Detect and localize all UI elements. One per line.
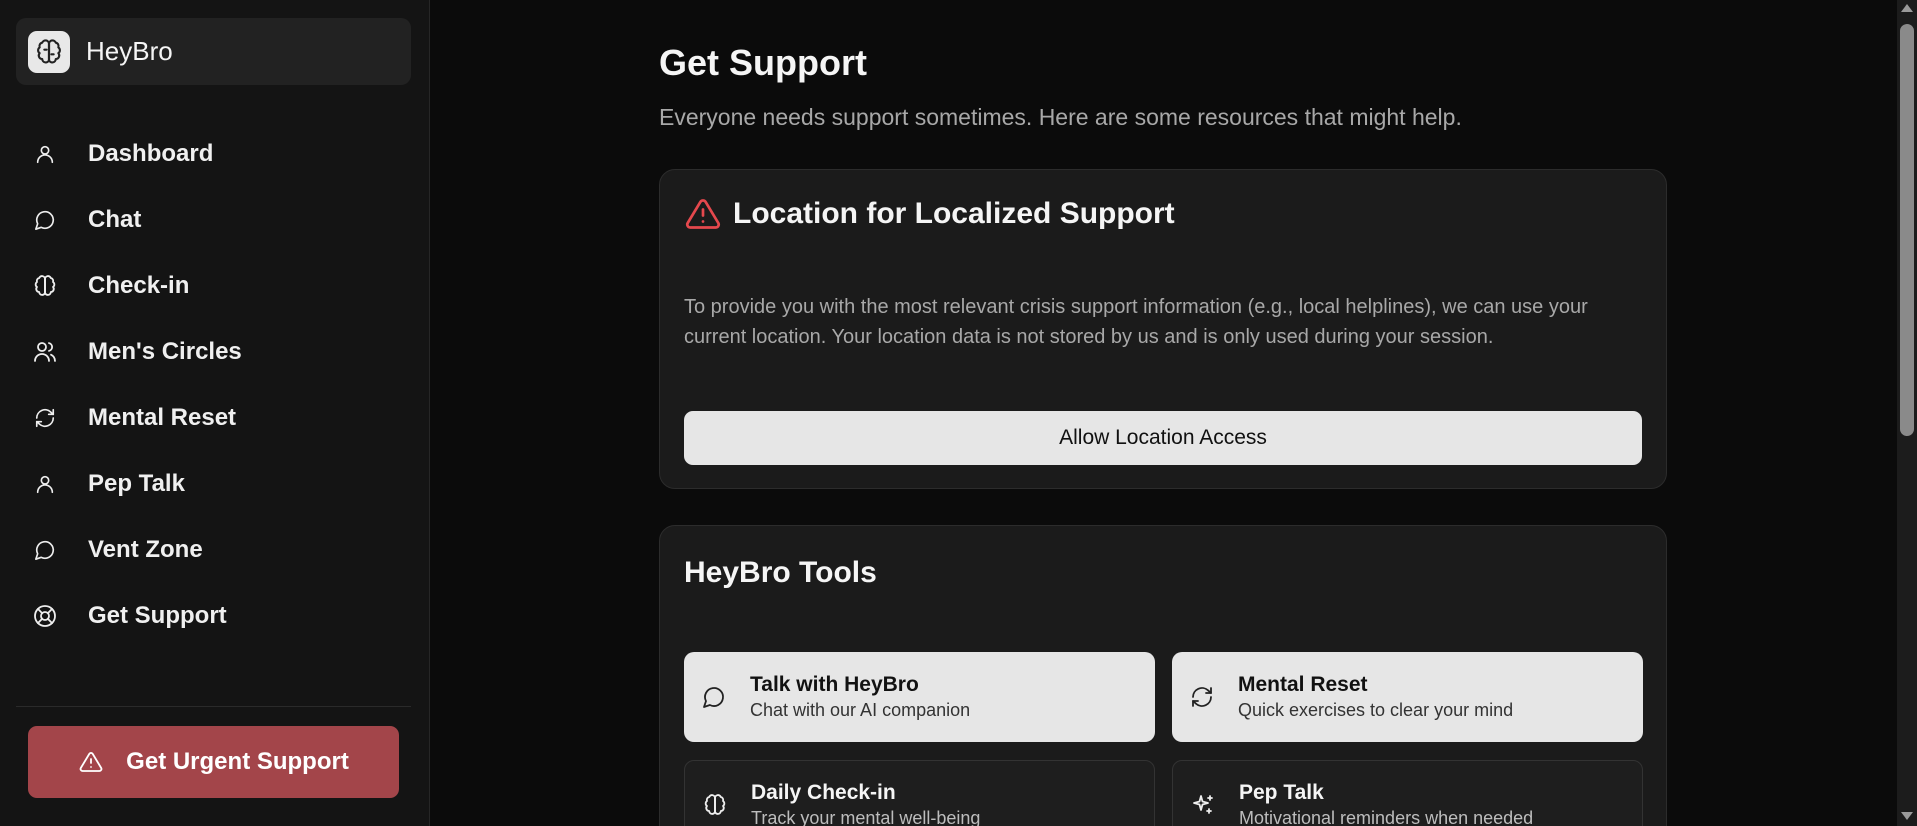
tools-card: HeyBro Tools Talk with HeyBro Chat with … xyxy=(659,525,1667,826)
sidebar-item-label: Mental Reset xyxy=(88,404,237,431)
sidebar-item-dashboard[interactable]: Dashboard xyxy=(0,121,430,187)
sidebar-item-check-in[interactable]: Check-in xyxy=(0,253,430,319)
tool-title: Mental Reset xyxy=(1238,673,1368,696)
main-content: Get Support Everyone needs support somet… xyxy=(431,0,1897,826)
users-icon xyxy=(32,339,58,365)
location-card-title: Location for Localized Support xyxy=(733,197,1175,230)
urgent-button-label: Get Urgent Support xyxy=(126,748,349,775)
life-buoy-icon xyxy=(32,603,58,629)
sidebar-item-label: Vent Zone xyxy=(88,536,203,563)
tools-card-title: HeyBro Tools xyxy=(684,556,877,589)
sparkles-icon xyxy=(1189,791,1217,819)
scroll-down-arrow-icon[interactable] xyxy=(1901,812,1913,820)
message-circle-icon xyxy=(32,537,58,563)
allow-location-button[interactable]: Allow Location Access xyxy=(684,411,1642,465)
tool-description: Track your mental well-being xyxy=(751,808,981,826)
sidebar-item-label: Chat xyxy=(88,206,142,233)
get-urgent-support-button[interactable]: Get Urgent Support xyxy=(28,726,399,798)
tool-description: Chat with our AI companion xyxy=(750,700,971,720)
tool-text: Mental Reset Quick exercises to clear yo… xyxy=(1238,672,1513,722)
brain-icon xyxy=(701,791,729,819)
refresh-icon xyxy=(32,405,58,431)
sidebar-item-mental-reset[interactable]: Mental Reset xyxy=(0,385,430,451)
brand-header[interactable]: HeyBro xyxy=(16,18,411,85)
refresh-icon xyxy=(1188,683,1216,711)
sidebar-item-label: Check-in xyxy=(88,272,190,299)
scroll-up-arrow-icon[interactable] xyxy=(1901,4,1913,12)
page-subtitle: Everyone needs support sometimes. Here a… xyxy=(659,104,1462,130)
tool-title: Talk with HeyBro xyxy=(750,673,919,696)
tool-title: Pep Talk xyxy=(1239,781,1324,804)
tool-title: Daily Check-in xyxy=(751,781,896,804)
location-card-header: Location for Localized Support xyxy=(685,196,1175,232)
message-circle-icon xyxy=(700,683,728,711)
location-card: Location for Localized Support To provid… xyxy=(659,169,1667,489)
vertical-scrollbar[interactable] xyxy=(1897,0,1917,826)
scrollbar-thumb[interactable] xyxy=(1900,24,1914,436)
tool-text: Talk with HeyBro Chat with our AI compan… xyxy=(750,672,970,722)
sidebar-item-label: Dashboard xyxy=(88,140,214,167)
sidebar-item-label: Pep Talk xyxy=(88,470,185,497)
alert-triangle-icon xyxy=(78,749,104,775)
sidebar-item-vent-zone[interactable]: Vent Zone xyxy=(0,517,430,583)
sidebar-item-label: Get Support xyxy=(88,602,227,629)
alert-triangle-icon xyxy=(685,196,721,232)
tool-text: Pep Talk Motivational reminders when nee… xyxy=(1239,780,1533,826)
sidebar-item-label: Men's Circles xyxy=(88,338,242,365)
brain-logo-icon xyxy=(28,30,70,73)
allow-location-label: Allow Location Access xyxy=(1059,426,1267,449)
tool-daily-check-in[interactable]: Daily Check-in Track your mental well-be… xyxy=(684,760,1155,826)
sidebar-item-get-support[interactable]: Get Support xyxy=(0,583,430,649)
tool-description: Motivational reminders when needed xyxy=(1239,808,1534,826)
tool-mental-reset[interactable]: Mental Reset Quick exercises to clear yo… xyxy=(1172,652,1643,742)
sidebar-divider xyxy=(16,706,411,707)
brain-icon xyxy=(32,273,58,299)
location-card-description: To provide you with the most relevant cr… xyxy=(684,296,1588,348)
sidebar-item-chat[interactable]: Chat xyxy=(0,187,430,253)
sidebar-item-pep-talk[interactable]: Pep Talk xyxy=(0,451,430,517)
page-title: Get Support xyxy=(659,42,867,83)
user-icon xyxy=(32,141,58,167)
brand-name: HeyBro xyxy=(86,36,173,66)
message-circle-icon xyxy=(32,207,58,233)
sidebar-nav: Dashboard Chat Check-in Men's Circles Me… xyxy=(0,121,430,649)
sidebar: HeyBro Dashboard Chat Check-in Men's Cir… xyxy=(0,0,430,826)
tool-text: Daily Check-in Track your mental well-be… xyxy=(751,780,980,826)
tool-talk-with-heybro[interactable]: Talk with HeyBro Chat with our AI compan… xyxy=(684,652,1155,742)
user-icon xyxy=(32,471,58,497)
tool-description: Quick exercises to clear your mind xyxy=(1238,700,1514,720)
tool-pep-talk[interactable]: Pep Talk Motivational reminders when nee… xyxy=(1172,760,1643,826)
sidebar-item-mens-circles[interactable]: Men's Circles xyxy=(0,319,430,385)
